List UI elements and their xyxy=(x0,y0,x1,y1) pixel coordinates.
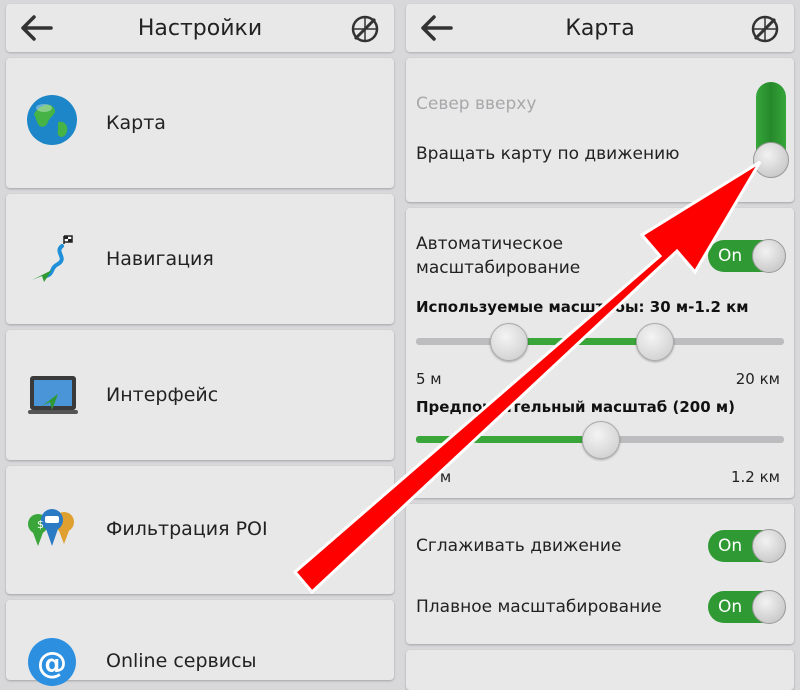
compass-icon[interactable] xyxy=(750,14,780,44)
used-scales-min-label: 5 м xyxy=(416,370,442,388)
smooth-motion-toggle[interactable]: On xyxy=(708,529,786,563)
north-up-option[interactable]: Север вверху xyxy=(416,94,536,114)
route-flag-icon xyxy=(32,235,73,282)
orientation-card: Север вверху Вращать карту по движению xyxy=(406,58,794,202)
map-settings-header: Карта xyxy=(406,4,794,52)
menu-item-label: Навигация xyxy=(106,248,214,270)
page-title: Карта xyxy=(565,16,635,41)
preferred-scale-max-label: 1.2 км xyxy=(731,468,780,486)
monitor-icon xyxy=(28,376,78,414)
menu-item-label: Фильтрация POI xyxy=(106,518,268,540)
smooth-zoom-label: Плавное масштабирование xyxy=(416,597,662,617)
used-scales-label: Используемые масштабы: 30 м-1.2 км xyxy=(416,298,749,316)
auto-scale-toggle[interactable]: On xyxy=(708,239,786,273)
preferred-scale-min-label: 10 м xyxy=(416,468,452,486)
preferred-scale-fill xyxy=(416,436,600,443)
menu-item-interface[interactable]: Интерфейс xyxy=(6,330,394,460)
preferred-scale-label: Предпочтительный масштаб (200 м) xyxy=(416,398,735,416)
svg-text:@: @ xyxy=(37,646,67,681)
switch-knob[interactable] xyxy=(753,142,789,178)
used-scales-range xyxy=(508,338,654,345)
settings-header: Настройки xyxy=(6,4,394,52)
used-scales-max-handle[interactable] xyxy=(636,323,674,361)
menu-item-label: Интерфейс xyxy=(106,384,219,406)
smooth-zoom-toggle[interactable]: On xyxy=(708,590,786,624)
smooth-motion-label: Сглаживать движение xyxy=(416,536,622,556)
toggle-knob xyxy=(752,239,786,273)
poi-pins-icon: $ xyxy=(28,509,74,546)
globe-icon xyxy=(27,95,77,145)
at-icon: @ xyxy=(28,638,76,686)
toggle-state: On xyxy=(718,246,743,266)
auto-scale-card: Автоматическое масштабирование On Исполь… xyxy=(406,208,794,498)
next-card xyxy=(406,650,794,690)
menu-item-label: Карта xyxy=(106,112,166,134)
settings-pane: Настройки Карта Навигация Интерфейс $ Фи… xyxy=(0,0,400,686)
toggle-knob xyxy=(752,529,786,563)
menu-item-navigation[interactable]: Навигация xyxy=(6,194,394,324)
toggle-knob xyxy=(752,590,786,624)
orientation-switch[interactable] xyxy=(753,82,789,178)
smoothing-card: Сглаживать движение On Плавное масштабир… xyxy=(406,504,794,644)
menu-item-poi-filter[interactable]: $ Фильтрация POI xyxy=(6,466,394,594)
auto-scale-label: Автоматическое масштабирование xyxy=(416,234,581,278)
rotate-map-option[interactable]: Вращать карту по движению xyxy=(416,144,679,164)
preferred-scale-handle[interactable] xyxy=(582,421,620,459)
compass-icon[interactable] xyxy=(350,14,380,44)
toggle-state: On xyxy=(718,536,743,556)
used-scales-max-label: 20 км xyxy=(735,370,780,388)
map-settings-pane: Карта Север вверху Вращать карту по движ… xyxy=(400,0,800,690)
menu-item-map[interactable]: Карта xyxy=(6,58,394,188)
menu-item-label: Online сервисы xyxy=(106,650,257,672)
svg-text:$: $ xyxy=(37,518,44,531)
used-scales-min-handle[interactable] xyxy=(490,323,528,361)
page-title: Настройки xyxy=(137,16,263,41)
toggle-state: On xyxy=(718,597,743,617)
menu-item-online-services[interactable]: @ Online сервисы xyxy=(6,600,394,686)
